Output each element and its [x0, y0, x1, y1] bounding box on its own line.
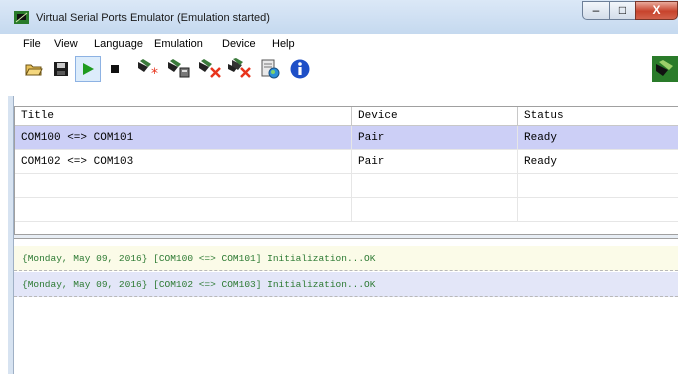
minimize-button[interactable]: – [582, 1, 610, 20]
properties-button[interactable] [257, 56, 283, 82]
about-info-button[interactable] [287, 56, 313, 82]
properties-icon [261, 59, 280, 79]
open-button[interactable] [21, 56, 47, 82]
start-emulation-icon [83, 63, 94, 75]
app-icon [14, 11, 29, 24]
title-bar: Virtual Serial Ports Emulator (Emulation… [0, 0, 678, 34]
cell-title: COM100 <=> COM101 [15, 126, 352, 150]
stop-emulation-icon [111, 65, 119, 73]
delete-device-icon [199, 59, 221, 78]
table-row[interactable]: COM102 <=> COM103 Pair Ready [15, 150, 678, 174]
maximize-button[interactable]: □ [609, 1, 636, 20]
table-header: Title Device Status [15, 107, 678, 126]
table-row[interactable]: COM100 <=> COM101 Pair Ready [15, 126, 678, 150]
empty-row [15, 174, 678, 198]
menu-emulation[interactable]: Emulation [154, 38, 203, 50]
cell-title: COM102 <=> COM103 [15, 150, 352, 174]
delete-all-devices-icon [228, 58, 251, 78]
cell-status: Ready [524, 132, 558, 144]
delete-device-button[interactable] [197, 56, 223, 82]
close-icon: X [652, 3, 661, 17]
create-device-button[interactable]: * [136, 56, 162, 82]
empty-cell [352, 198, 518, 222]
edit-device-button[interactable] [166, 56, 192, 82]
menu-view[interactable]: View [54, 38, 78, 50]
column-header-title[interactable]: Title [15, 107, 352, 125]
stop-emulation-button[interactable] [102, 56, 128, 82]
window-title: Virtual Serial Ports Emulator (Emulation… [36, 12, 270, 24]
menu-file[interactable]: File [23, 38, 41, 50]
delete-all-devices-button[interactable] [227, 56, 253, 82]
menu-device[interactable]: Device [222, 38, 256, 50]
empty-cell [352, 174, 518, 198]
close-button[interactable]: X [635, 1, 678, 20]
create-device-icon: * [138, 59, 158, 80]
cell-status: Ready [524, 156, 558, 168]
save-button[interactable] [48, 56, 74, 82]
toolbar: * [14, 56, 678, 96]
cell-device: Pair [352, 150, 518, 174]
minimize-icon: – [592, 3, 600, 17]
save-icon [54, 62, 68, 76]
empty-cell [15, 174, 352, 198]
log-pane[interactable]: {Monday, May 09, 2016} [COM100 <=> COM10… [14, 240, 678, 374]
empty-row [15, 198, 678, 222]
open-icon [25, 64, 43, 76]
svg-text:*: * [151, 66, 158, 80]
cell-device: Pair [352, 126, 518, 150]
log-entry: {Monday, May 09, 2016} [COM100 <=> COM10… [14, 246, 678, 271]
ports-table: Title Device Status COM100 <=> COM101 Pa… [14, 106, 678, 234]
column-header-device[interactable]: Device [352, 107, 518, 125]
menu-help[interactable]: Help [272, 38, 295, 50]
emulator-logo-icon [652, 56, 678, 82]
column-header-status[interactable]: Status [518, 107, 678, 125]
about-info-icon [290, 59, 310, 79]
log-entry: {Monday, May 09, 2016} [COM102 <=> COM10… [14, 272, 678, 297]
emulator-logo-button[interactable] [652, 56, 678, 82]
edit-device-icon [168, 59, 190, 78]
menu-language[interactable]: Language [94, 38, 143, 50]
start-emulation-button[interactable] [75, 56, 101, 82]
empty-cell [15, 198, 352, 222]
pane-splitter[interactable] [14, 234, 678, 239]
maximize-icon: □ [618, 3, 627, 17]
